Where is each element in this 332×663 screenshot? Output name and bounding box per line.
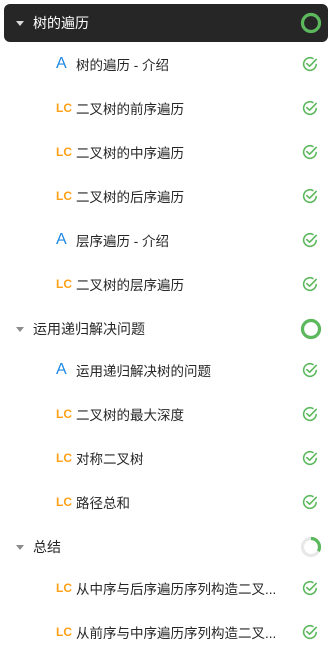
caret-down-icon[interactable] <box>16 20 24 26</box>
check-circle-icon <box>302 495 317 510</box>
check-circle-icon <box>302 581 317 596</box>
leetcode-problem-icon: LC <box>56 581 72 595</box>
article-icon: A <box>56 55 67 72</box>
section-title: 运用递归解决问题 <box>33 321 145 337</box>
lesson-title: 树的遍历 - 介绍 <box>76 58 169 73</box>
lesson-title: 从中序与后序遍历序列构造二叉... <box>76 582 277 597</box>
lesson-item[interactable]: LC 二叉树的最大深度 <box>0 392 332 436</box>
section-header[interactable]: 运用递归解决问题 <box>4 310 328 348</box>
lesson-item[interactable]: LC 从中序与后序遍历序列构造二叉... <box>0 566 332 610</box>
check-circle-icon <box>302 451 317 466</box>
lesson-title: 二叉树的最大深度 <box>76 408 184 423</box>
leetcode-problem-icon: LC <box>56 145 72 159</box>
lesson-item[interactable]: LC 二叉树的前序遍历 <box>0 86 332 130</box>
lesson-item[interactable]: A 树的遍历 - 介绍 <box>0 42 332 86</box>
lesson-title: 从前序与中序遍历序列构造二叉... <box>76 626 277 641</box>
lesson-title: 对称二叉树 <box>76 452 144 467</box>
leetcode-problem-icon: LC <box>56 189 72 203</box>
lesson-item[interactable]: A 运用递归解决树的问题 <box>0 348 332 392</box>
check-circle-icon <box>302 277 317 292</box>
leetcode-problem-icon: LC <box>56 277 72 291</box>
check-circle-icon <box>302 57 317 72</box>
chapter-list: 树的遍历 A 树的遍历 - 介绍 LC 二叉树的前序遍历 LC 二叉树的中序遍历 LC 二叉树的… <box>0 4 332 654</box>
leetcode-problem-icon: LC <box>56 101 72 115</box>
progress-ring-icon <box>300 318 322 340</box>
caret-down-icon[interactable] <box>16 326 24 332</box>
article-icon: A <box>56 361 67 378</box>
lesson-title: 层序遍历 - 介绍 <box>76 234 169 249</box>
check-circle-icon <box>302 625 317 640</box>
check-circle-icon <box>302 189 317 204</box>
lesson-item[interactable]: A 层序遍历 - 介绍 <box>0 218 332 262</box>
lesson-title: 二叉树的前序遍历 <box>76 102 184 117</box>
leetcode-problem-icon: LC <box>56 451 72 465</box>
lesson-title: 二叉树的后序遍历 <box>76 190 184 205</box>
progress-ring-icon <box>300 12 322 34</box>
lesson-item[interactable]: LC 从前序与中序遍历序列构造二叉... <box>0 610 332 654</box>
leetcode-problem-icon: LC <box>56 495 72 509</box>
lesson-title: 二叉树的层序遍历 <box>76 278 184 293</box>
article-icon: A <box>56 231 67 248</box>
progress-ring-icon <box>300 536 322 558</box>
leetcode-problem-icon: LC <box>56 407 72 421</box>
lesson-title: 二叉树的中序遍历 <box>76 146 184 161</box>
section-header[interactable]: 树的遍历 <box>4 4 328 42</box>
check-circle-icon <box>302 363 317 378</box>
check-circle-icon <box>302 407 317 422</box>
section-header[interactable]: 总结 <box>4 528 328 566</box>
caret-down-icon[interactable] <box>16 544 24 550</box>
lesson-item[interactable]: LC 对称二叉树 <box>0 436 332 480</box>
lesson-item[interactable]: LC 二叉树的层序遍历 <box>0 262 332 306</box>
check-circle-icon <box>302 233 317 248</box>
lesson-item[interactable]: LC 二叉树的中序遍历 <box>0 130 332 174</box>
section-title: 树的遍历 <box>33 15 89 31</box>
lesson-title: 运用递归解决树的问题 <box>76 364 211 379</box>
lesson-item[interactable]: LC 二叉树的后序遍历 <box>0 174 332 218</box>
section-title: 总结 <box>33 539 61 555</box>
lesson-title: 路径总和 <box>76 496 130 511</box>
leetcode-problem-icon: LC <box>56 625 72 639</box>
check-circle-icon <box>302 145 317 160</box>
check-circle-icon <box>302 101 317 116</box>
lesson-item[interactable]: LC 路径总和 <box>0 480 332 524</box>
